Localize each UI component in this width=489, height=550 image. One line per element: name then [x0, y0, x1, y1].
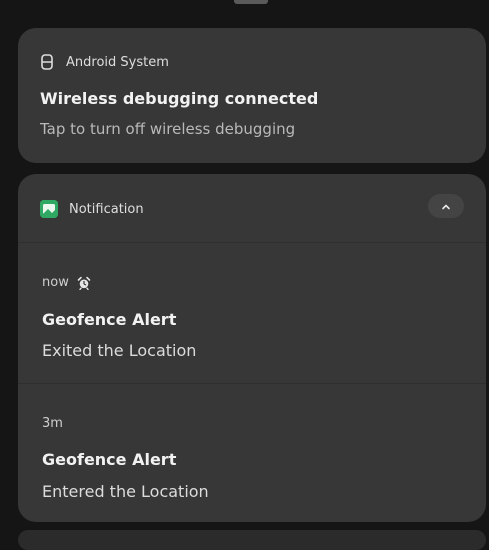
notification-group: Notification now Geofence Alert Exited t… [18, 174, 486, 522]
notification-title: Geofence Alert [42, 310, 177, 329]
timestamp: 3m [42, 415, 63, 431]
notification-text: Exited the Location [42, 341, 197, 360]
notification-text: Entered the Location [42, 482, 209, 501]
notification-title: Wireless debugging connected [40, 89, 319, 108]
app-name: Android System [66, 54, 169, 70]
android-system-notification[interactable]: Android System Wireless debugging connec… [18, 28, 486, 163]
notification-title: Geofence Alert [42, 450, 177, 469]
notification-app-icon [40, 200, 58, 218]
android-system-icon [40, 54, 54, 70]
notification-header: Android System [40, 51, 169, 73]
chevron-up-icon [442, 204, 450, 209]
alarm-icon [77, 275, 91, 291]
group-header[interactable]: Notification [40, 198, 144, 220]
notification-item[interactable]: 3m Geofence Alert Entered the Location [18, 384, 486, 522]
notification-text: Tap to turn off wireless debugging [40, 120, 296, 138]
item-meta: now [42, 273, 91, 291]
notification-item[interactable]: now Geofence Alert Exited the Location [18, 243, 486, 383]
timestamp: now [42, 274, 69, 290]
item-meta: 3m [42, 414, 63, 432]
collapse-button[interactable] [428, 194, 464, 218]
next-notification-card[interactable] [18, 530, 486, 550]
shade-handle [234, 0, 268, 4]
app-name: Notification [69, 201, 144, 217]
